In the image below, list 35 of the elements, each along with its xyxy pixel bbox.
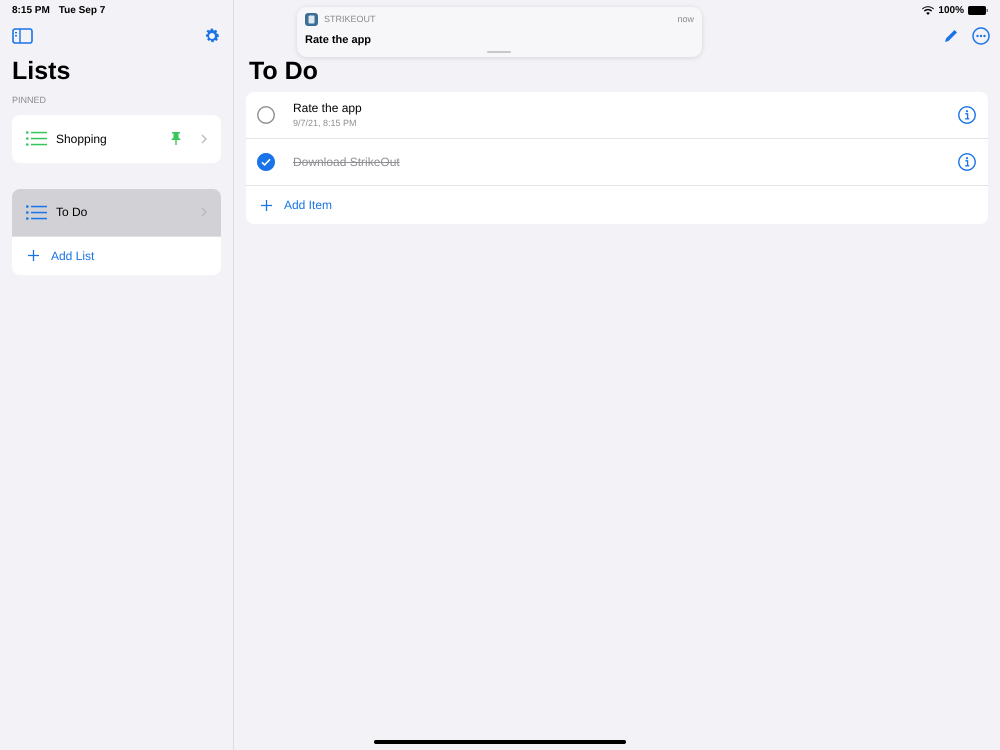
app-icon [305, 13, 318, 26]
settings-icon[interactable] [203, 27, 221, 45]
info-icon[interactable] [958, 153, 976, 171]
list-row[interactable]: Shopping [12, 114, 221, 162]
add-item-button[interactable]: Add Item [246, 186, 988, 224]
chevron-icon [201, 207, 207, 217]
sidebar-toggle-icon[interactable] [12, 28, 33, 44]
battery-icon [968, 6, 988, 14]
list-name: Shopping [56, 130, 108, 148]
notification-time: now [677, 13, 694, 26]
status-date: Tue Sep 7 [58, 4, 106, 18]
wifi-icon [922, 6, 934, 14]
item-date: 9/7/21, 8:15 PM [293, 117, 358, 130]
plus-icon [261, 200, 272, 210]
item-title: Rate the app [293, 100, 363, 118]
notification-app-name: STRIKEOUT [324, 13, 376, 26]
status-time: 8:15 PM [12, 4, 50, 18]
section-header: PINNED [11, 94, 48, 107]
plus-icon [28, 250, 39, 261]
info-icon[interactable] [958, 106, 976, 124]
notification-message: Rate the app [305, 32, 372, 48]
pencil-icon[interactable] [944, 29, 958, 43]
more-icon[interactable] [972, 27, 990, 45]
list-name: To Do [56, 204, 88, 221]
checked-circle-icon[interactable] [257, 153, 275, 171]
add-list-button[interactable]: Add List [12, 236, 221, 274]
sidebar-title: Lists [11, 56, 72, 87]
item-title: Download StrikeOut [293, 154, 401, 171]
chevron-icon [201, 134, 207, 144]
notification-banner[interactable]: STRIKEOUT now Rate the app [297, 7, 702, 57]
unchecked-circle-icon[interactable] [257, 106, 275, 124]
list-title: To Do [248, 56, 319, 87]
battery-percentage: 100% [938, 4, 964, 18]
grabber-handle[interactable] [487, 51, 511, 53]
list-row[interactable]: To Do [12, 188, 221, 236]
